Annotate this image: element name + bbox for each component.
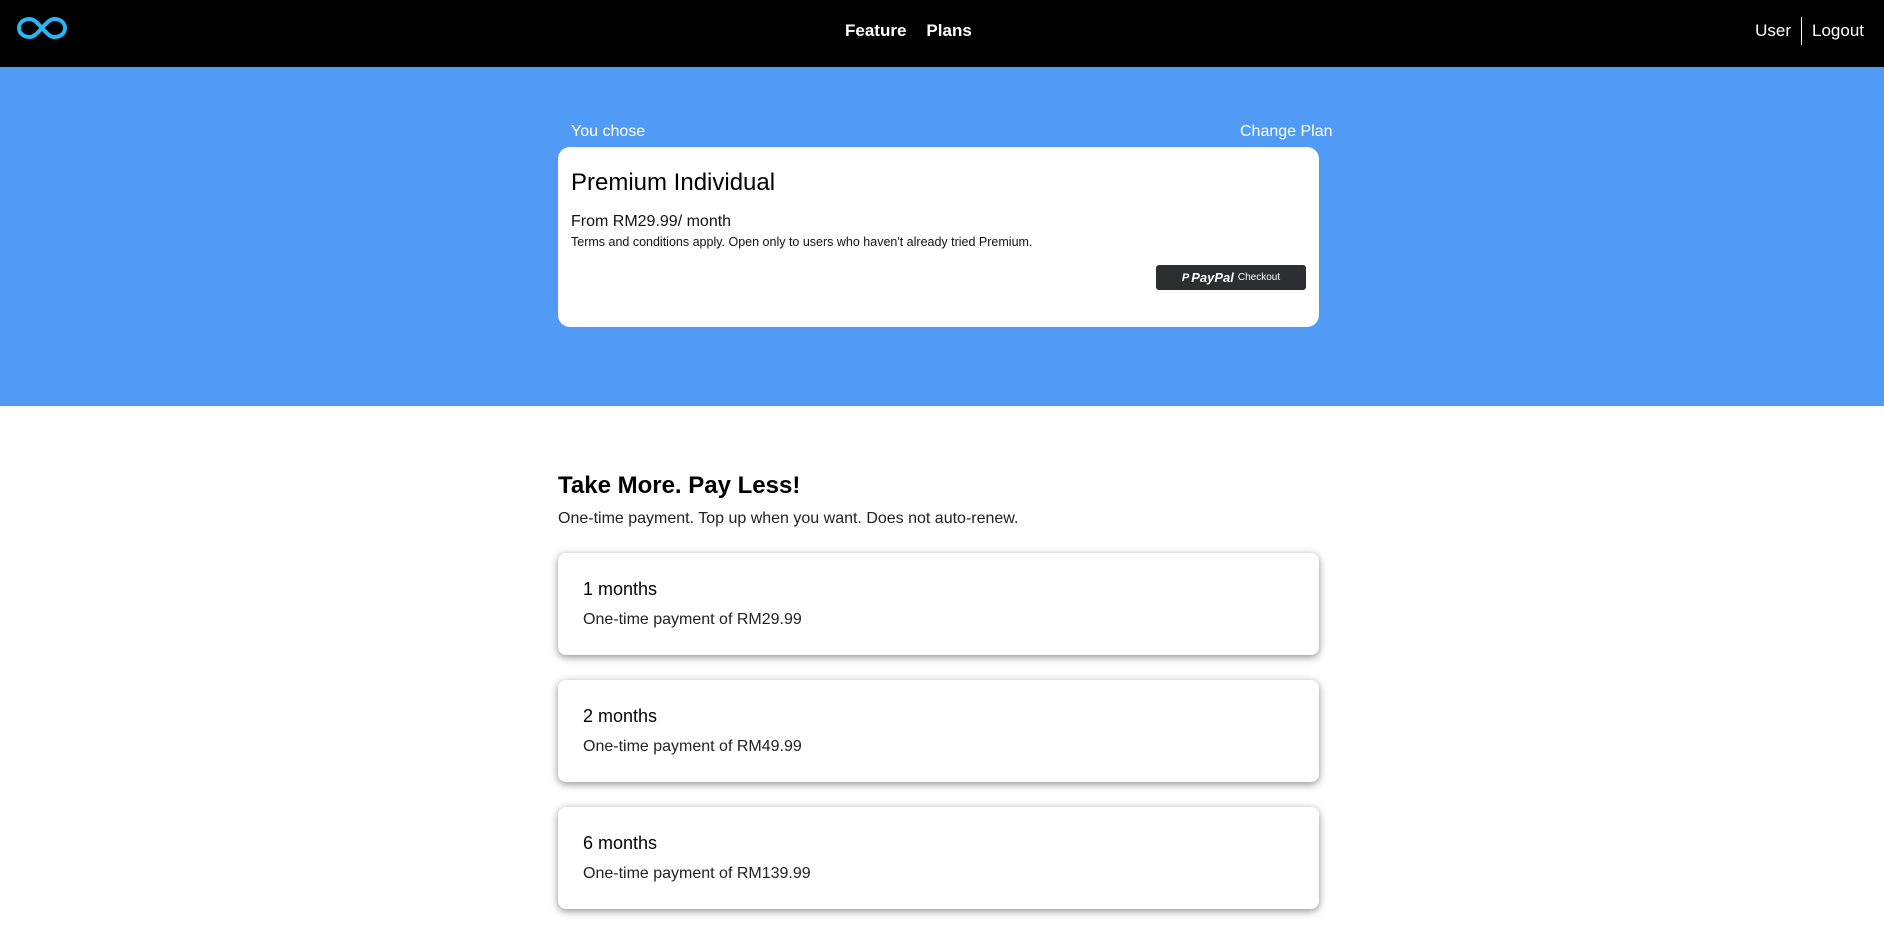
selected-plan-card: Premium Individual From RM29.99/ month T… xyxy=(558,147,1319,327)
plan-name: Premium Individual xyxy=(571,169,776,196)
paypal-brand-label: PayPal xyxy=(1191,270,1234,285)
nav-feature-link[interactable]: Feature xyxy=(845,21,906,41)
nav-plans-link[interactable]: Plans xyxy=(926,21,971,41)
logout-link[interactable]: Logout xyxy=(1802,21,1864,41)
infinity-logo-icon[interactable] xyxy=(16,14,68,42)
selected-plan-section: You chose Change Plan Premium Individual… xyxy=(0,67,1884,406)
offer-card-6-months[interactable]: 6 months One-time payment of RM139.99 xyxy=(558,807,1319,909)
change-plan-link[interactable]: Change Plan xyxy=(1240,123,1333,141)
main-nav: Feature Plans xyxy=(845,0,992,62)
user-link[interactable]: User xyxy=(1755,21,1801,41)
paypal-checkout-label: Checkout xyxy=(1237,272,1281,283)
offer-payment: One-time payment of RM139.99 xyxy=(583,865,811,882)
offers-title: Take More. Pay Less! xyxy=(558,472,801,499)
paypal-p-icon: P xyxy=(1181,271,1190,284)
you-chose-label: You chose xyxy=(571,123,646,140)
top-navbar: Feature Plans User Logout xyxy=(0,0,1884,67)
offer-duration: 6 months xyxy=(583,833,658,853)
offer-card-2-months[interactable]: 2 months One-time payment of RM49.99 xyxy=(558,680,1319,782)
plan-price: From RM29.99/ month xyxy=(571,213,732,230)
offer-payment: One-time payment of RM29.99 xyxy=(583,611,802,628)
offers-subtitle: One-time payment. Top up when you want. … xyxy=(558,510,1019,527)
offer-payment: One-time payment of RM49.99 xyxy=(583,738,802,755)
offer-duration: 2 months xyxy=(583,706,658,726)
account-nav: User Logout xyxy=(1755,0,1864,62)
offer-duration: 1 months xyxy=(583,579,658,599)
paypal-checkout-button[interactable]: P PayPal Checkout xyxy=(1156,265,1306,290)
offer-card-1-month[interactable]: 1 months One-time payment of RM29.99 xyxy=(558,553,1319,655)
plan-terms: Terms and conditions apply. Open only to… xyxy=(571,235,1033,249)
